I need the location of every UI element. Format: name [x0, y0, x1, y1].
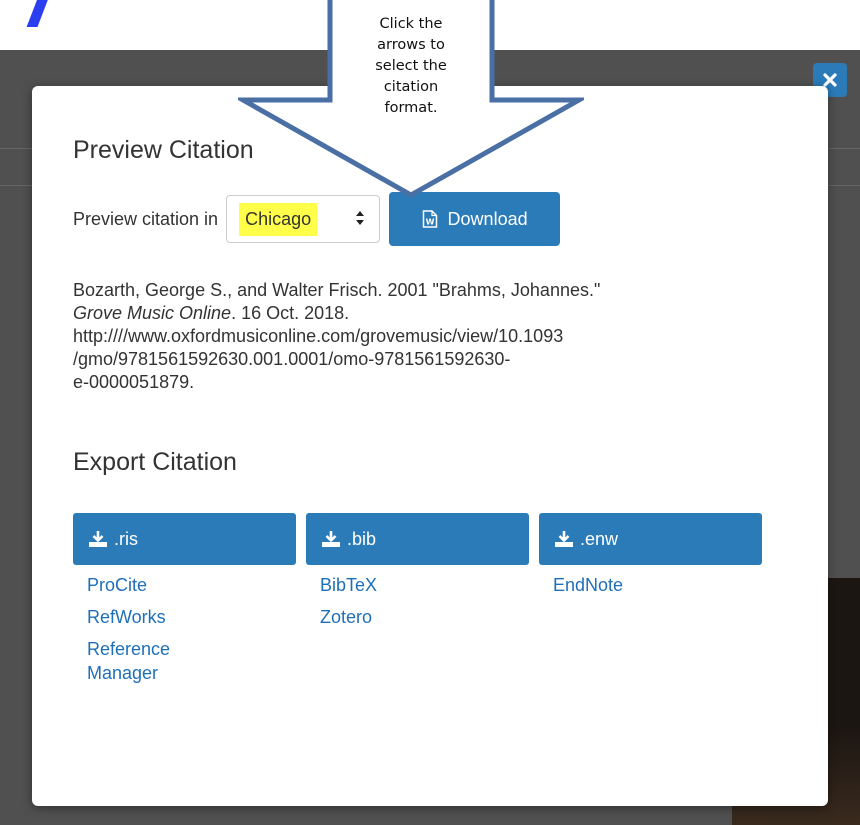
- enw-compatible-list: EndNote: [539, 573, 762, 597]
- citation-date: . 16 Oct. 2018.: [231, 303, 350, 323]
- download-icon: [322, 531, 340, 547]
- callout-line: citation: [383, 79, 439, 95]
- citation-preview-text: Bozarth, George S., and Walter Frisch. 2…: [73, 279, 793, 394]
- link-procite[interactable]: ProCite: [87, 575, 147, 595]
- download-button[interactable]: W Download: [389, 192, 561, 246]
- link-reference-manager[interactable]: Reference Manager: [87, 637, 217, 685]
- export-bib-label: .bib: [347, 528, 377, 549]
- instruction-callout: Click the arrows to select the citation …: [233, 0, 589, 200]
- citation-format-select[interactable]: Chicago: [226, 195, 381, 243]
- callout-line: format.: [384, 100, 438, 116]
- ris-compatible-list: ProCite RefWorks Reference Manager: [73, 573, 296, 685]
- export-options: .ris ProCite RefWorks Reference Manager …: [73, 513, 762, 693]
- callout-text: Click the arrows to select the citation …: [336, 14, 486, 119]
- citation-line: /gmo/9781561592630.001.0001/omo-97815615…: [73, 349, 511, 369]
- link-bibtex[interactable]: BibTeX: [320, 575, 377, 595]
- link-endnote[interactable]: EndNote: [553, 575, 623, 595]
- page-title-fragment: /: [30, 0, 60, 47]
- export-column-enw: .enw EndNote: [539, 513, 762, 693]
- citation-journal-title: Grove Music Online: [73, 303, 232, 323]
- citation-line: e-0000051879.: [73, 372, 195, 392]
- bib-compatible-list: BibTeX Zotero: [306, 573, 529, 629]
- preview-format-row: Preview citation in Chicago W Download: [73, 192, 561, 246]
- export-ris-label: .ris: [114, 528, 138, 549]
- svg-text:W: W: [425, 218, 434, 227]
- link-refworks[interactable]: RefWorks: [87, 607, 166, 627]
- preview-citation-heading: Preview Citation: [73, 136, 254, 164]
- export-ris-button[interactable]: .ris: [73, 513, 296, 565]
- sort-arrows-icon[interactable]: [355, 210, 365, 226]
- link-zotero[interactable]: Zotero: [320, 607, 372, 627]
- download-icon: [89, 531, 107, 547]
- citation-line: Bozarth, George S., and Walter Frisch. 2…: [73, 280, 601, 300]
- selected-format-value: Chicago: [239, 202, 318, 236]
- export-enw-button[interactable]: .enw: [539, 513, 762, 565]
- export-column-ris: .ris ProCite RefWorks Reference Manager: [73, 513, 296, 693]
- callout-line: Click the: [379, 16, 443, 32]
- callout-line: arrows to: [377, 37, 445, 53]
- citation-line: Grove Music Online. 16 Oct. 2018.: [73, 302, 793, 325]
- citation-line: http:////www.oxfordmusiconline.com/grove…: [73, 326, 564, 346]
- times-icon: [823, 73, 837, 87]
- export-column-bib: .bib BibTeX Zotero: [306, 513, 529, 693]
- preview-format-label: Preview citation in: [73, 208, 219, 229]
- download-label: Download: [447, 208, 528, 229]
- export-citation-heading: Export Citation: [73, 448, 237, 476]
- export-bib-button[interactable]: .bib: [306, 513, 529, 565]
- export-enw-label: .enw: [580, 528, 619, 549]
- download-icon: [555, 531, 573, 547]
- word-document-icon: W: [422, 210, 437, 228]
- callout-line: select the: [375, 58, 447, 74]
